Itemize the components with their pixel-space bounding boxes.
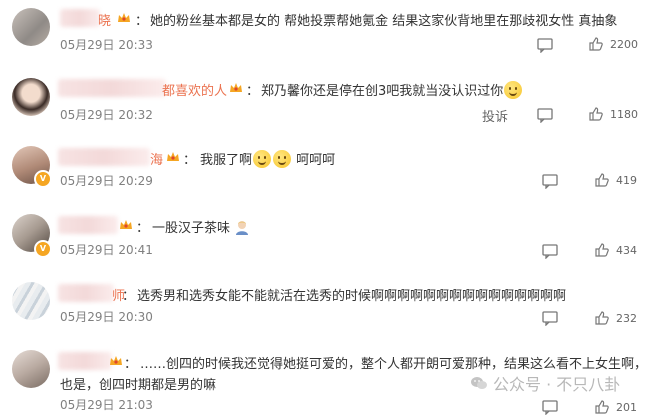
thumbs-up-icon [595,173,609,187]
comment-icon[interactable] [537,108,553,123]
comment-icon[interactable] [542,174,558,189]
smile-emoji-icon [273,150,292,168]
colon: ： [122,289,136,304]
like-button[interactable]: 232 [594,310,637,326]
smile-emoji-icon [253,150,272,168]
username-redacted[interactable] [58,284,114,302]
comment-time: 05月29日 20:30 [60,310,153,324]
comment-item: V 海 ： 我服了啊 呵呵呵 05月29日 20:29 419 [0,140,650,200]
colon: ： [183,153,197,168]
like-button[interactable]: 201 [594,399,637,415]
comment-icon[interactable] [542,244,558,259]
like-button[interactable]: 419 [594,172,637,188]
smile-emoji-icon [504,81,523,99]
comment-item: V ： 一股汉子茶味 05月29日 20:41 434 [0,208,650,268]
comment-icon[interactable] [542,311,558,326]
comment-time: 05月29日 20:32 [60,108,153,122]
username[interactable]: 海 [150,149,163,168]
comment-time: 05月29日 21:03 [60,398,153,412]
thumbs-up-icon [589,107,603,121]
like-button[interactable]: 434 [594,242,637,258]
username[interactable]: 晓 [98,10,111,29]
like-count: 434 [616,243,637,257]
like-count: 419 [616,173,637,187]
comment-text: 我服了啊 呵呵呵 [200,149,335,168]
comment-text-line2: 也是，创四时期都是男的嘛 [60,378,217,393]
username-redacted[interactable] [58,216,118,234]
person-emoji-icon [236,221,249,235]
like-count: 201 [616,400,637,414]
crown-icon [118,13,130,22]
wechat-icon [471,377,487,389]
comment-time: 05月29日 20:41 [60,243,153,257]
thumbs-up-icon [589,37,603,51]
comment-item: 师 ： 选秀男和选秀女能不能就活在选秀的时候啊啊啊啊啊啊啊啊啊啊啊啊啊啊啊 05… [0,276,650,336]
username-redacted[interactable] [58,352,112,370]
like-count: 1180 [610,107,638,121]
comment-text-line1: ……创四的时候我还觉得她挺可爱的，整个人都开朗可爱那种，结果这么看不上女生啊， [140,357,648,372]
comment-text: 郑乃馨你还是停在创3吧我就当没认识过你 [261,80,523,99]
colon: ： [135,14,149,29]
crown-icon [230,83,242,92]
watermark: 公众号 · 不只八卦 [470,371,620,395]
comment-time: 05月29日 20:33 [60,38,153,52]
comment-item: 都喜欢的人 ： 郑乃馨你还是停在创3吧我就当没认识过你 05月29日 20:32… [0,70,650,130]
like-count: 2200 [610,37,638,51]
comment-text: 一股汉子茶味 [152,217,250,236]
avatar[interactable] [12,8,50,46]
comment-text-part: 一股汉子茶味 [152,221,231,236]
comment-icon[interactable] [542,400,558,415]
crown-icon [110,356,122,365]
thumbs-up-icon [595,311,609,325]
username-redacted[interactable] [58,79,166,97]
comment-item: 晓 ： 她的粉丝基本都是女的 帮她投票帮她氪金 结果这家伙背地里在那歧视女性 真… [0,0,650,60]
like-button[interactable]: 1180 [588,106,638,122]
avatar[interactable] [12,282,50,320]
comment-text-part: 郑乃馨你还是停在创3吧我就当没认识过你 [261,84,504,99]
username[interactable]: 都喜欢的人 [162,80,227,99]
avatar[interactable] [12,78,50,116]
colon: ： [136,221,150,236]
crown-icon [167,152,179,161]
comment-time: 05月29日 20:29 [60,174,153,188]
crown-icon [120,220,132,229]
comment-text-part: 我服了啊 [200,153,253,168]
verified-badge-icon: V [34,170,52,188]
avatar[interactable] [12,350,50,388]
verified-badge-icon: V [34,240,52,258]
colon: ： [246,84,260,99]
comment-icon[interactable] [537,38,553,53]
thumbs-up-icon [595,400,609,414]
like-count: 232 [616,311,637,325]
comment-text: 她的粉丝基本都是女的 帮她投票帮她氪金 结果这家伙背地里在那歧视女性 真抽象 [150,14,618,29]
colon: ： [124,357,138,372]
username-redacted[interactable] [60,9,100,27]
like-button[interactable]: 2200 [588,36,638,52]
comment-text-part: 呵呵呵 [296,153,336,168]
watermark-text: 公众号 · 不只八卦 [493,375,621,394]
comment-text: 选秀男和选秀女能不能就活在选秀的时候啊啊啊啊啊啊啊啊啊啊啊啊啊啊啊 [137,289,567,304]
thumbs-up-icon [595,243,609,257]
username-redacted[interactable] [58,148,150,166]
report-button[interactable]: 投诉 [482,106,508,125]
